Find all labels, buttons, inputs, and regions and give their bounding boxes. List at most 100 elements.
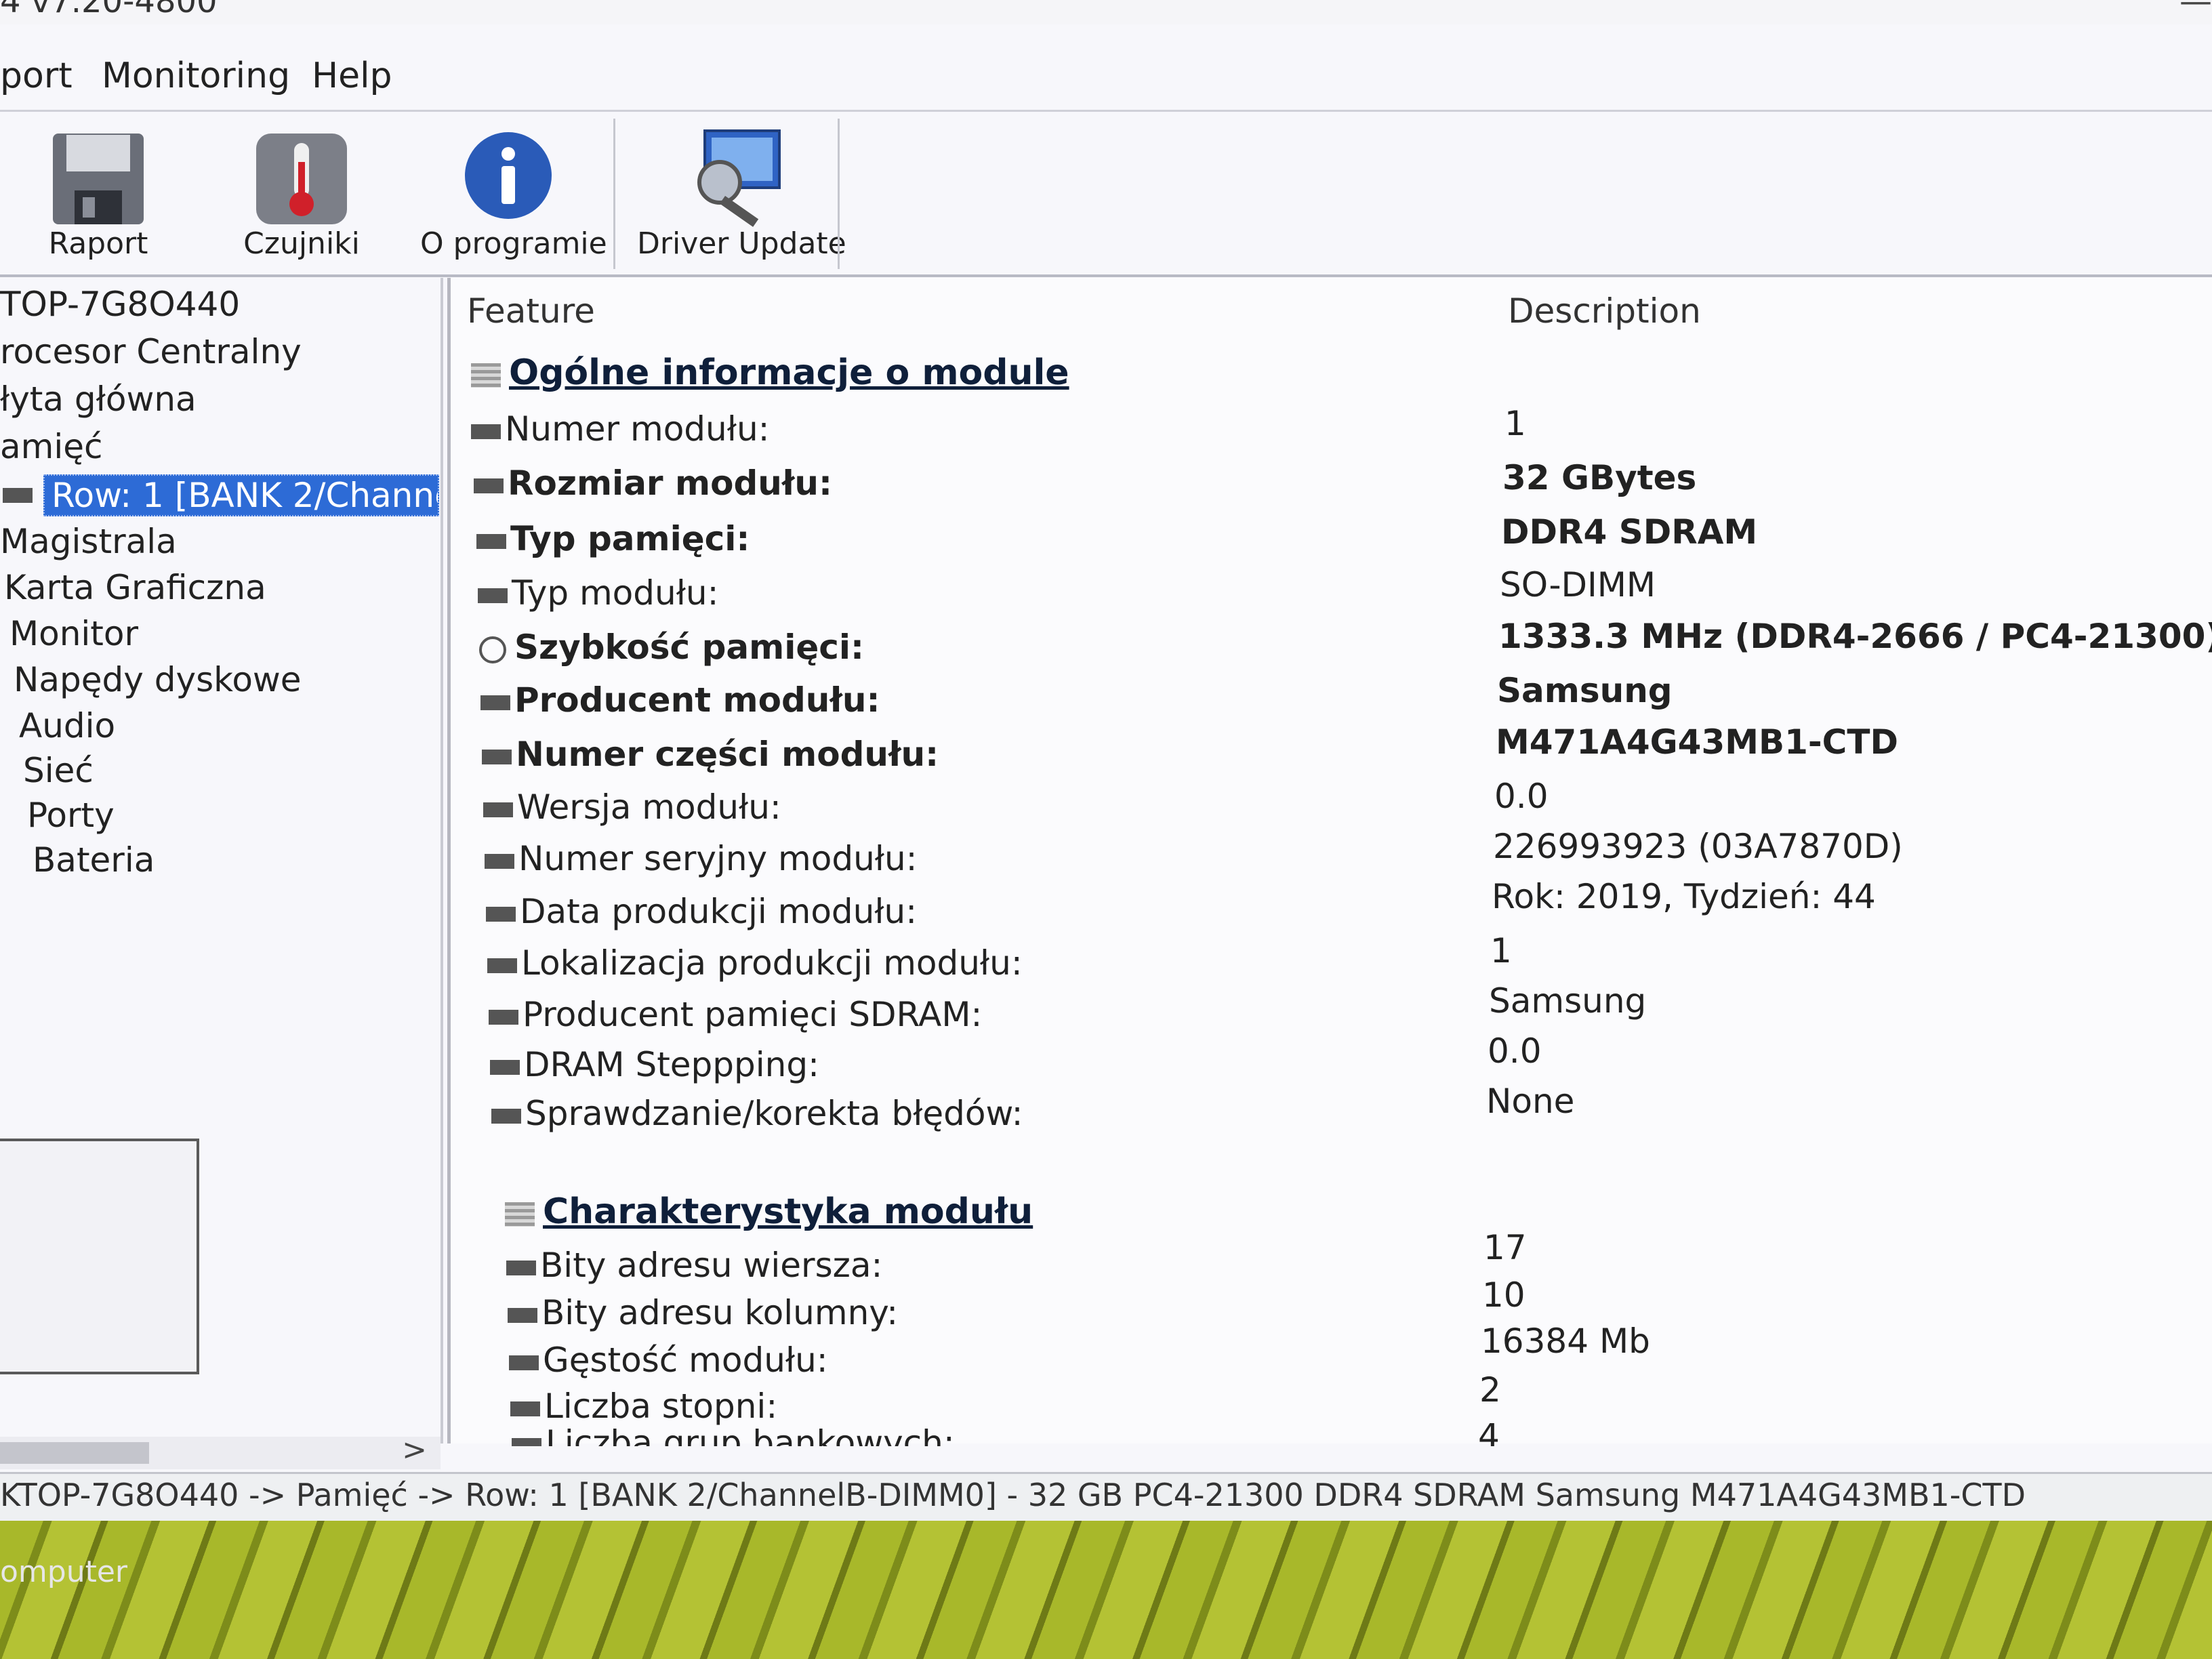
section-icon bbox=[505, 1202, 535, 1227]
memory-row-icon bbox=[486, 906, 516, 922]
memory-module-icon bbox=[3, 488, 33, 503]
feature-value: 4 bbox=[1478, 1423, 1500, 1446]
memory-row-icon bbox=[482, 749, 512, 764]
menu-report[interactable]: port bbox=[0, 56, 73, 96]
info-icon bbox=[465, 132, 552, 219]
tree-item-ports[interactable]: Porty bbox=[27, 796, 115, 835]
section-header: Ogólne informacje o module bbox=[471, 352, 1069, 393]
status-bar: KTOP-7G8O440 -> Pamięć -> Row: 1 [BANK 2… bbox=[0, 1472, 2212, 1523]
feature-value: 1 bbox=[1490, 931, 1512, 970]
minimize-button[interactable]: — bbox=[2179, 0, 2212, 20]
memory-row-icon bbox=[485, 853, 514, 869]
feature-value: DDR4 SDRAM bbox=[1501, 512, 1758, 552]
memory-row-icon bbox=[476, 533, 506, 549]
memory-row-icon bbox=[512, 1437, 541, 1446]
feature-row[interactable]: Liczba grup bankowych: 4 bbox=[451, 1423, 1806, 1446]
description-column-header[interactable]: Description bbox=[1508, 291, 1701, 331]
feature-value: 1 bbox=[1504, 404, 1526, 443]
feature-label: Liczba grup bankowych: bbox=[546, 1423, 955, 1446]
tree-item-motherboard[interactable]: łyta główna bbox=[0, 380, 197, 419]
feature-label: Sprawdzanie/korekta błędów: bbox=[525, 1094, 1023, 1133]
section-title: Charakterystyka modułu bbox=[543, 1191, 1033, 1232]
details-panel: Feature Description Ogólne informacje o … bbox=[447, 278, 2212, 1446]
feature-value: Rok: 2019, Tydzień: 44 bbox=[1492, 877, 1876, 916]
o-programie-label: O programie bbox=[420, 226, 607, 261]
tree-scrollbar[interactable]: > bbox=[0, 1433, 441, 1469]
feature-label: Producent modułu: bbox=[514, 680, 880, 720]
czujniki-button[interactable]: Czujniki bbox=[224, 128, 380, 268]
feature-label: Lokalizacja produkcji modułu: bbox=[521, 943, 1023, 983]
scroll-right-arrow-icon[interactable]: > bbox=[402, 1433, 427, 1467]
feature-label: Data produkcji modułu: bbox=[520, 892, 918, 931]
driver-update-icon bbox=[697, 129, 781, 227]
feature-label: Liczba stopni: bbox=[544, 1387, 778, 1426]
tree-item-battery[interactable]: Bateria bbox=[33, 840, 155, 880]
tree-item-drives[interactable]: Napędy dyskowe bbox=[14, 660, 302, 699]
feature-label: Wersja modułu: bbox=[517, 787, 781, 827]
toolbar: Raport Czujniki O programie Driver Updat… bbox=[0, 110, 2212, 277]
feature-value: Samsung bbox=[1497, 671, 1673, 710]
status-breadcrumb: KTOP-7G8O440 -> Pamięć -> Row: 1 [BANK 2… bbox=[0, 1477, 2026, 1513]
thermometer-icon bbox=[256, 134, 347, 224]
feature-label: Rozmiar modułu: bbox=[508, 464, 832, 503]
feature-value: SO-DIMM bbox=[1500, 565, 1656, 605]
feature-value: 1333.3 MHz (DDR4-2666 / PC4-21300) bbox=[1498, 617, 2212, 656]
feature-label: Numer seryjny modułu: bbox=[518, 839, 918, 878]
feature-label: Szybkość pamięci: bbox=[514, 628, 865, 667]
scrollbar-thumb[interactable] bbox=[0, 1442, 149, 1464]
memory-row-icon bbox=[489, 1009, 518, 1025]
feature-label: Bity adresu wiersza: bbox=[540, 1246, 883, 1285]
memory-row-icon bbox=[471, 424, 501, 439]
czujniki-label: Czujniki bbox=[243, 226, 360, 261]
feature-column-header[interactable]: Feature bbox=[467, 291, 595, 331]
desktop-background: omputer bbox=[0, 1521, 2212, 1659]
driver-update-button[interactable]: Driver Update bbox=[637, 128, 846, 268]
feature-value: 2 bbox=[1479, 1370, 1501, 1410]
feature-value: Samsung bbox=[1489, 981, 1647, 1021]
preview-panel bbox=[0, 1139, 199, 1374]
toolbar-separator bbox=[613, 119, 615, 269]
feature-label: Typ pamięci: bbox=[510, 519, 750, 558]
raport-label: Raport bbox=[48, 226, 148, 261]
floppy-disk-icon bbox=[53, 134, 144, 224]
feature-value: M471A4G43MB1-CTD bbox=[1496, 722, 1898, 762]
tree-item-network[interactable]: Sieć bbox=[23, 751, 94, 790]
o-programie-button[interactable]: O programie bbox=[420, 128, 607, 268]
driver-update-label: Driver Update bbox=[637, 226, 846, 261]
feature-value: 0.0 bbox=[1488, 1031, 1542, 1071]
memory-row-icon bbox=[506, 1260, 536, 1275]
tree-item-memory[interactable]: amięć bbox=[0, 427, 103, 466]
feature-label: Producent pamięci SDRAM: bbox=[523, 995, 983, 1034]
memory-row-icon bbox=[490, 1059, 520, 1075]
section-header: Charakterystyka modułu bbox=[505, 1191, 1033, 1232]
tree-item-cpu[interactable]: rocesor Centralny bbox=[0, 332, 302, 371]
memory-row-icon bbox=[478, 588, 508, 603]
memory-row-icon bbox=[474, 478, 504, 493]
clock-icon bbox=[479, 636, 506, 663]
feature-label: Gęstość modułu: bbox=[543, 1340, 828, 1380]
tree-item-bus[interactable]: Magistrala bbox=[0, 522, 177, 561]
tree-item-audio[interactable]: Audio bbox=[19, 706, 115, 745]
feature-label: Bity adresu kolumny: bbox=[541, 1293, 899, 1332]
tree-item-graphics[interactable]: Karta Graficzna bbox=[4, 568, 266, 607]
menu-monitoring[interactable]: Monitoring bbox=[102, 56, 290, 96]
feature-value: 0.0 bbox=[1494, 777, 1549, 816]
tree-item-row1[interactable]: Row: 1 [BANK 2/ChannelB bbox=[43, 474, 439, 516]
tree-item-monitor[interactable]: Monitor bbox=[9, 614, 138, 653]
memory-row-icon bbox=[483, 802, 513, 817]
memory-row-icon bbox=[480, 695, 510, 710]
feature-value: 226993923 (03A7870D) bbox=[1493, 827, 1903, 866]
menu-help[interactable]: Help bbox=[312, 56, 392, 96]
memory-row-icon bbox=[491, 1108, 521, 1124]
tree-item-computer[interactable]: TOP-7G8O440 bbox=[0, 285, 240, 324]
memory-row-icon bbox=[508, 1307, 537, 1323]
feature-value: 10 bbox=[1482, 1275, 1525, 1315]
feature-label: DRAM Steppping: bbox=[524, 1045, 819, 1084]
memory-row-icon bbox=[509, 1355, 539, 1370]
feature-value: None bbox=[1486, 1082, 1575, 1121]
raport-button[interactable]: Raport bbox=[27, 128, 169, 268]
title-bar: 4 v7.20-4800 — bbox=[0, 0, 2212, 24]
feature-value: 16384 Mb bbox=[1481, 1322, 1650, 1361]
app-window: 4 v7.20-4800 — port Monitoring Help Rapo… bbox=[0, 0, 2212, 1523]
desktop-icon-label[interactable]: omputer bbox=[0, 1555, 127, 1589]
